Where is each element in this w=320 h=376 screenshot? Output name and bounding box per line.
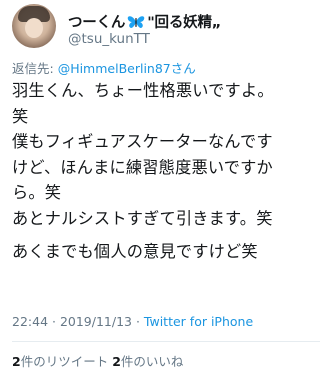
tweet-line: ら。笑 [12,183,62,202]
tweet-header: つーくん "回る妖精„ @tsu_kunTT [12,4,308,48]
avatar-face [25,18,43,38]
retweets-count: 2 [12,354,21,369]
tweet-text: 羽生くん、ちょー性格悪いですよ。 笑 僕もフィギュアスケーターなんです けど、ほ… [12,78,312,265]
tweet-time[interactable]: 22:44 [12,314,48,329]
reply-label: 返信先: [12,61,58,76]
avatar[interactable] [12,4,56,48]
tweet-line: 僕もフィギュアスケーターなんです [12,132,273,151]
likes-count: 2 [112,354,121,369]
display-name-suffix: "回る妖精„ [147,15,222,31]
retweets-stat[interactable]: 2件のリツイート [12,354,108,369]
tweet-date[interactable]: 2019/11/13 [60,314,132,329]
likes-stat[interactable]: 2件のいいね [112,354,183,369]
tweet-stats: 2件のリツイート 2件のいいね [12,351,183,370]
tweet-source-link[interactable]: Twitter for iPhone [144,314,253,329]
divider [12,341,320,342]
tweet-meta: 22:44 · 2019/11/13 · Twitter for iPhone [12,314,253,329]
retweets-label: 件のリツイート [20,354,109,369]
user-handle[interactable]: @tsu_kunTT [68,31,150,47]
tweet-card: つーくん "回る妖精„ @tsu_kunTT 返信先: @HimmelBerli… [0,0,320,376]
tweet-line: けど、ほんまに練習態度悪いですか [12,157,273,177]
butterfly-icon [127,15,145,29]
tweet-line: 羽生くん、ちょー性格悪いですよ。 [12,81,274,100]
tweet-line: あとナルシストすぎて引きます。笑 [12,208,273,228]
meta-separator: · [132,314,144,329]
display-name[interactable]: つーくん "回る妖精„ [68,11,221,32]
meta-separator: · [48,314,60,329]
likes-label: 件のいいね [120,354,184,369]
tweet-line: 笑 [12,106,29,126]
tweet-line: あくまでも個人の意見ですけど笑 [12,242,258,261]
display-name-prefix: つーくん [68,15,126,31]
reply-context: 返信先: @HimmelBerlin87さん [12,58,196,77]
reply-target-link[interactable]: @HimmelBerlin87さん [58,61,196,76]
